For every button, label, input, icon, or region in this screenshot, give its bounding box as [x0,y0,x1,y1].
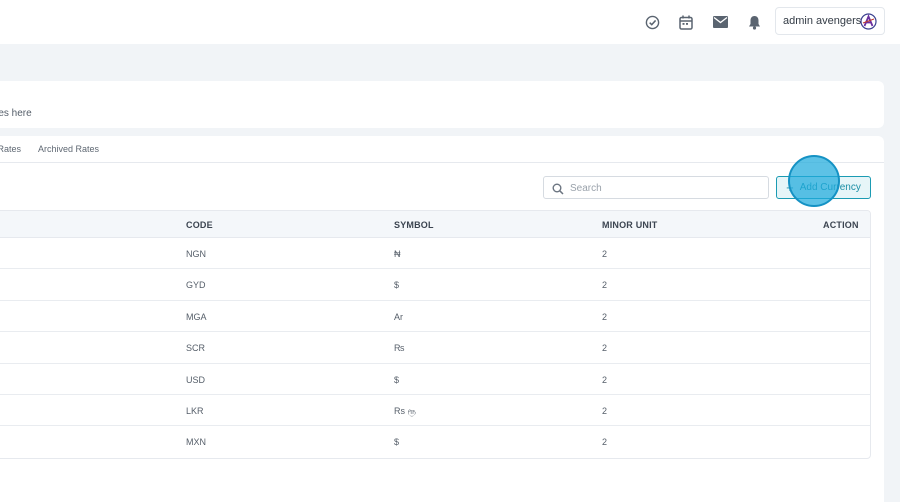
table-row[interactable]: LKR Rs ரூ 2 [0,395,870,427]
table-row[interactable]: SCR ₨ 2 [0,332,870,364]
cell-code: NGN [186,249,206,259]
cell-minor-unit: 2 [602,280,608,291]
table-row[interactable]: USD $ 2 [0,364,870,395]
cell-minor-unit: 2 [602,249,608,259]
cell-code: GYD [186,280,206,291]
rate-tabs: e Rates Archived Rates [0,136,884,163]
mail-icon[interactable] [711,13,729,31]
cell-minor-unit: 2 [602,374,608,385]
search-box [543,176,769,199]
currency-card: e Rates Archived Rates + Add Currency CO… [0,136,884,502]
cell-symbol: Rs ரூ [394,405,416,416]
add-currency-label: Add Currency [799,182,861,193]
cell-code: MXN [186,437,206,448]
page-subtitle: ates here [0,108,32,119]
cell-code: LKR [186,405,204,416]
cell-code: USD [186,374,206,385]
cell-symbol: Ar [394,311,403,322]
user-name: admin avengers [783,15,862,27]
add-currency-button[interactable]: + Add Currency [776,176,871,199]
currency-table: CODE SYMBOL MINOR UNIT ACTION NGN ₦ 2 GY… [0,210,871,459]
tab-archived-rates[interactable]: Archived Rates [38,144,99,154]
plus-icon: + [786,179,794,195]
cell-minor-unit: 2 [602,405,608,416]
cell-symbol: $ [394,437,400,448]
column-header-minor-unit: MINOR UNIT [602,220,658,230]
cell-symbol: ₨ [394,343,405,354]
cell-symbol: $ [394,280,400,291]
cell-code: SCR [186,343,206,354]
page-intro-card: ates here [0,81,884,128]
calendar-icon[interactable] [677,13,695,31]
cell-code: MGA [186,311,207,322]
cell-minor-unit: 2 [602,311,608,322]
top-bar: admin avengers [0,0,900,44]
table-row[interactable]: MXN $ 2 [0,426,870,457]
avatar [860,13,877,30]
user-menu[interactable]: admin avengers [775,7,885,35]
tab-rates[interactable]: e Rates [0,144,21,154]
column-header-symbol: SYMBOL [394,220,434,230]
search-icon [552,182,564,195]
bell-icon[interactable] [745,13,763,31]
table-header: CODE SYMBOL MINOR UNIT ACTION [0,211,870,238]
table-row[interactable]: NGN ₦ 2 [0,238,870,270]
column-header-action: ACTION [823,220,859,230]
cell-minor-unit: 2 [602,343,608,354]
column-header-code: CODE [186,220,213,230]
check-circle-icon[interactable] [643,13,661,31]
table-row[interactable]: MGA Ar 2 [0,301,870,333]
cell-symbol: $ [394,374,400,385]
cell-minor-unit: 2 [602,437,608,448]
table-row[interactable]: GYD $ 2 [0,269,870,301]
cell-symbol: ₦ [394,249,401,259]
search-input[interactable] [570,180,760,196]
